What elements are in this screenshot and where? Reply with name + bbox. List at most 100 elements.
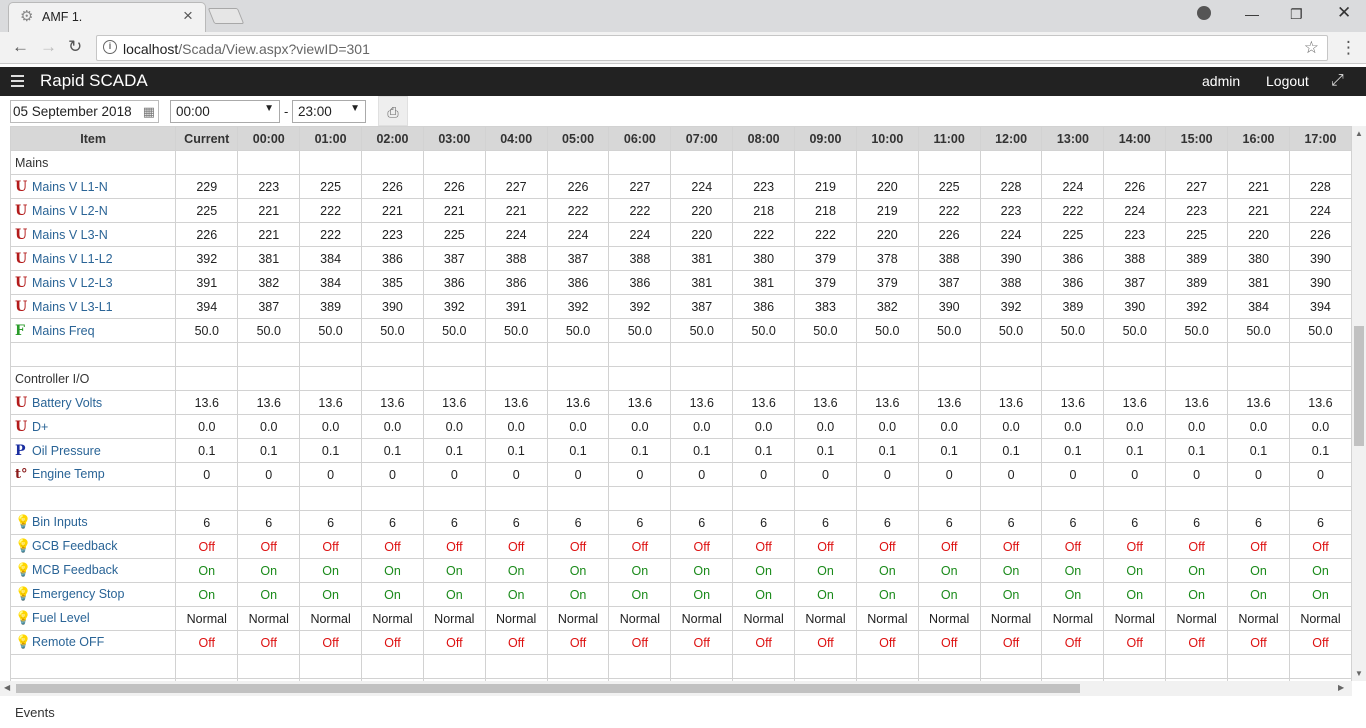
empty-cell [855,486,919,511]
value-cell: Off [1227,630,1290,655]
item-link[interactable]: Engine Temp [32,467,105,481]
value-cell: 224 [1103,198,1167,223]
value-cell: On [175,582,239,607]
new-tab-button[interactable] [207,8,245,24]
address-bar[interactable]: i localhost/Scada/View.aspx?viewID=301 ☆ [96,35,1328,61]
item-link[interactable]: Mains V L2-L3 [32,276,113,290]
value-cell: 0.1 [1041,438,1105,463]
info-icon[interactable]: i [103,40,117,54]
item-link[interactable]: Mains V L1-L2 [32,252,113,266]
browser-tab[interactable]: ⚙ AMF 1. × [8,2,206,32]
item-link[interactable]: Oil Pressure [32,444,101,458]
scroll-right-icon[interactable]: ▶ [1338,683,1344,692]
item-link[interactable]: Mains V L3-N [32,228,108,242]
value-cell: 224 [979,222,1043,247]
item-link[interactable]: Bin Inputs [32,515,88,529]
item-link[interactable]: Mains Freq [32,324,95,338]
empty-cell [484,654,548,679]
events-panel-label[interactable]: Events [15,705,55,720]
value-cell: 222 [299,222,363,247]
close-window-icon[interactable]: ✕ [1337,3,1351,23]
value-cell: 50.0 [855,318,919,343]
value-cell: 386 [732,294,796,319]
minimize-icon[interactable]: — [1245,6,1259,22]
item-link[interactable]: Mains V L2-N [32,204,108,218]
value-cell: 220 [670,222,734,247]
browser-menu-icon[interactable]: ⋮ [1340,38,1357,58]
column-header: 03:00 [422,126,486,151]
hamburger-menu-icon[interactable] [11,75,24,87]
value-cell: 222 [299,198,363,223]
value-cell: 381 [237,246,301,271]
horizontal-scroll-thumb[interactable] [16,684,1080,693]
vertical-scroll-thumb[interactable] [1354,326,1364,446]
value-cell: 6 [546,510,610,535]
item-link[interactable]: GCB Feedback [32,539,117,553]
value-cell: 6 [1227,510,1290,535]
fullscreen-icon[interactable]: ⤢ [1331,72,1344,90]
calendar-icon[interactable]: ▦ [143,104,155,120]
value-cell: 219 [855,198,919,223]
end-time-value: 23:00 [298,104,332,119]
voltage-u-icon: U [15,394,28,411]
scroll-left-icon[interactable]: ◀ [4,683,10,692]
user-link[interactable]: admin [1202,73,1240,89]
item-link[interactable]: D+ [32,420,48,434]
horizontal-scrollbar[interactable]: ◀ ▶ [0,681,1352,696]
empty-cell [175,342,239,367]
value-cell: 6 [917,510,981,535]
app-header: Rapid SCADA admin Logout ⤢ [0,67,1366,96]
value-cell: 392 [422,294,486,319]
back-icon[interactable]: ← [12,37,29,57]
date-picker[interactable]: 05 September 2018 ▦ [10,100,159,123]
value-cell: 386 [1041,246,1105,271]
value-cell: 378 [855,246,919,271]
forward-icon[interactable]: → [40,37,57,57]
item-cell: 💡Remote OFF [9,630,177,655]
item-link[interactable]: Remote OFF [32,635,104,649]
end-time-select[interactable]: 23:00 ▼ [292,100,366,123]
value-cell: 50.0 [608,318,672,343]
empty-cell [546,654,610,679]
value-cell: 226 [1288,222,1352,247]
bookmark-star-icon[interactable]: ☆ [1304,38,1319,58]
item-link[interactable]: Mains V L1-N [32,180,108,194]
value-cell: 394 [175,294,239,319]
close-tab-icon[interactable]: × [183,7,193,25]
value-cell: 383 [794,294,857,319]
empty-cell [299,366,363,391]
item-link[interactable]: Emergency Stop [32,587,124,601]
table-row: U Mains V L3-L1 394 387 389 390 392 391 392 392 38… [9,294,1352,319]
empty-cell [1103,366,1167,391]
value-cell: 381 [732,270,796,295]
value-cell: Off [979,534,1043,559]
value-cell: 50.0 [546,318,610,343]
scroll-up-icon[interactable]: ▲ [1355,129,1363,138]
item-link[interactable]: Battery Volts [32,396,102,410]
item-link[interactable]: Mains V L3-L1 [32,300,113,314]
empty-cell [175,654,239,679]
item-link[interactable]: Fuel Level [32,611,90,625]
item-link[interactable]: MCB Feedback [32,563,118,577]
value-cell: 379 [794,246,857,271]
print-button[interactable]: ⎙ [378,96,408,126]
value-cell: 13.6 [1041,390,1105,415]
value-cell: 6 [979,510,1043,535]
scroll-down-icon[interactable]: ▼ [1355,669,1363,678]
value-cell: On [670,582,734,607]
table-row: 💡Remote OFF Off Off Off Off Off Off Off Off Off Of… [9,630,1352,655]
start-time-select[interactable]: 00:00 ▼ [170,100,280,123]
value-cell: On [855,558,919,583]
restore-icon[interactable]: ❐ [1290,6,1303,23]
value-cell: 50.0 [484,318,548,343]
empty-cell [670,486,734,511]
value-cell: 0.1 [917,438,981,463]
profile-icon[interactable] [1197,6,1211,20]
vertical-scrollbar[interactable]: ▲ ▼ [1352,126,1366,681]
group-label: Controller I/O [9,366,177,391]
reload-icon[interactable]: ↻ [68,37,82,57]
value-cell: Off [422,630,486,655]
value-cell: Off [917,630,981,655]
logout-link[interactable]: Logout [1266,73,1309,89]
table-row: U Mains V L1-L2 392 381 384 386 387 388 387 388 38… [9,246,1352,271]
